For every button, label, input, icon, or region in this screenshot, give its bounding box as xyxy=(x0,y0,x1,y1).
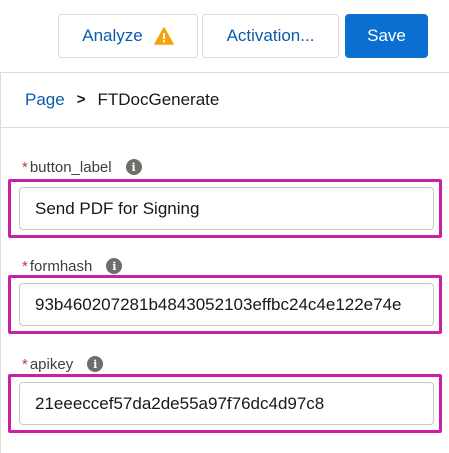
info-icon[interactable]: i xyxy=(125,159,142,175)
button-label-field-label: * button_label i xyxy=(22,158,142,176)
required-marker: * xyxy=(22,158,28,176)
breadcrumb-current: FTDocGenerate xyxy=(97,90,220,109)
apikey-field-label: * apikey i xyxy=(22,355,104,373)
apikey-input[interactable] xyxy=(19,382,434,425)
breadcrumb-page-link[interactable]: Page xyxy=(25,90,65,110)
info-icon[interactable]: i xyxy=(106,258,123,274)
apikey-label-text: apikey xyxy=(29,355,74,373)
activation-button-label: Activation... xyxy=(226,26,315,45)
save-button-label: Save xyxy=(367,26,406,45)
toolbar: Analyze Activation... Save xyxy=(0,0,449,72)
button-label-input[interactable] xyxy=(19,187,434,230)
activation-button[interactable]: Activation... xyxy=(202,14,339,58)
breadcrumb: Page > FTDocGenerate xyxy=(25,90,219,110)
breadcrumb-divider xyxy=(1,127,449,128)
required-marker: * xyxy=(22,257,28,275)
formhash-label-text: formhash xyxy=(29,257,93,275)
formhash-field-label: * formhash i xyxy=(22,257,123,275)
breadcrumb-separator: > xyxy=(76,91,86,108)
required-marker: * xyxy=(22,355,28,373)
info-icon[interactable]: i xyxy=(87,356,104,372)
warning-icon xyxy=(153,27,174,45)
button-label-label-text: button_label xyxy=(29,158,112,176)
formhash-input[interactable] xyxy=(19,283,434,326)
save-button[interactable]: Save xyxy=(345,14,428,58)
analyze-button[interactable]: Analyze xyxy=(58,14,198,58)
analyze-button-label: Analyze xyxy=(82,26,143,45)
properties-panel: Page > FTDocGenerate * button_label i * … xyxy=(0,72,449,453)
